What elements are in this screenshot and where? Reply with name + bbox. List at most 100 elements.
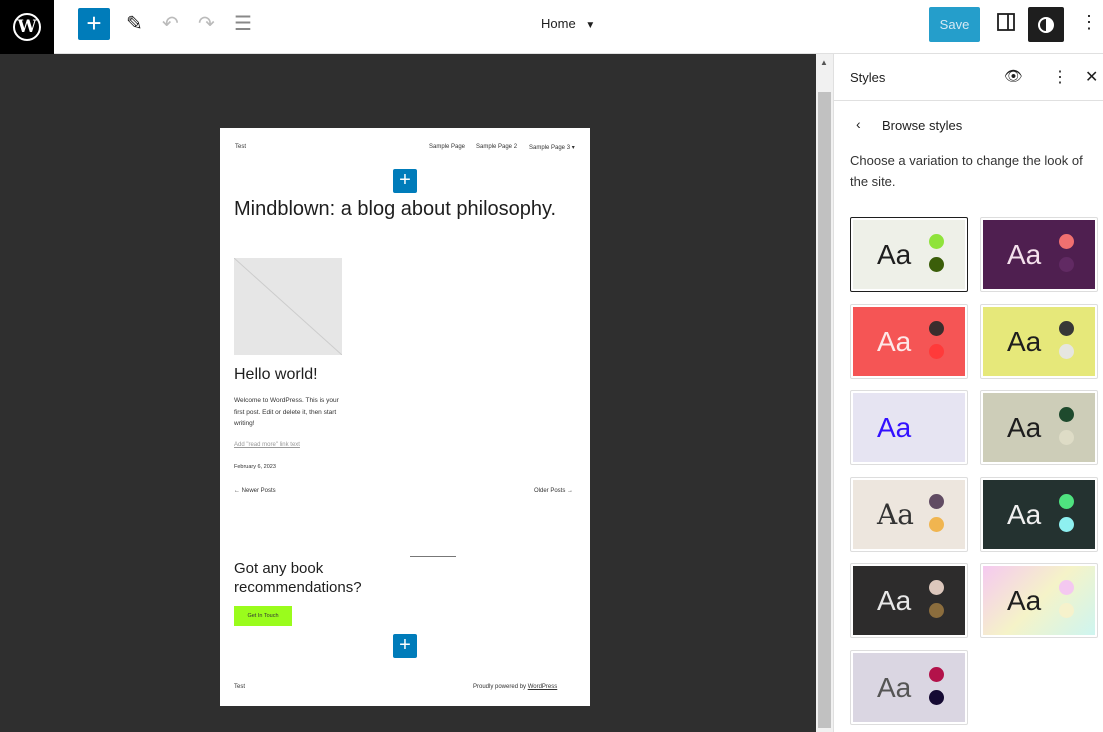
color-swatch (1059, 603, 1074, 618)
color-swatch (929, 257, 944, 272)
style-preview: Aa (853, 653, 965, 722)
style-variation-card[interactable]: Aa (850, 477, 968, 552)
style-variation-card[interactable]: Aa (850, 390, 968, 465)
style-preview: Aa (853, 393, 965, 462)
template-selector[interactable]: Home ▼ (541, 16, 595, 31)
site-title[interactable]: Test (235, 144, 246, 150)
style-sample-text: Aa (877, 498, 914, 532)
featured-image-placeholder[interactable] (234, 258, 342, 355)
newer-posts-link[interactable]: ← Newer Posts (234, 488, 276, 494)
style-sample-text: Aa (877, 411, 911, 445)
color-swatch (929, 690, 944, 705)
color-swatch (929, 517, 944, 532)
read-more-link[interactable]: Add "read more" link text (234, 442, 300, 448)
style-variation-card[interactable]: Aa (850, 217, 968, 292)
post-title[interactable]: Hello world! (234, 366, 318, 384)
style-sample-text: Aa (1007, 584, 1041, 618)
save-button[interactable]: Save (929, 7, 980, 42)
undo-icon[interactable]: ↶ (162, 12, 179, 36)
chevron-down-icon: ▼ (585, 20, 595, 31)
color-swatch (1059, 344, 1074, 359)
color-swatch (1059, 580, 1074, 595)
color-swatch (929, 580, 944, 595)
nav-link[interactable]: Sample Page 3 ▾ (529, 144, 575, 151)
style-variation-card[interactable]: Aa (980, 304, 1098, 379)
style-preview: Aa (983, 566, 1095, 635)
style-sample-text: Aa (1007, 498, 1041, 532)
sidebar-toggle-icon[interactable] (996, 12, 1016, 32)
top-toolbar: W + ✎ ↶ ↷ ☰ Home ▼ Save ⋮ (0, 0, 1103, 54)
style-variation-card[interactable]: Aa (850, 563, 968, 638)
color-swatch (1059, 257, 1074, 272)
more-options-icon[interactable]: ⋮ (1052, 67, 1068, 87)
styles-sidebar: Styles 👁 ⋮ ✕ ‹ Browse styles Choose a va… (833, 54, 1103, 732)
style-variation-card[interactable]: Aa (980, 563, 1098, 638)
separator (410, 556, 456, 557)
style-sample-text: Aa (877, 238, 911, 272)
scrollbar[interactable]: ▲ (816, 54, 833, 732)
list-view-icon[interactable]: ☰ (234, 12, 252, 36)
sidebar-title: Styles (850, 70, 885, 85)
post-excerpt[interactable]: Welcome to WordPress. This is your first… (234, 395, 344, 430)
style-preview: Aa (853, 566, 965, 635)
style-preview: Aa (853, 307, 965, 376)
style-sample-text: Aa (1007, 238, 1041, 272)
style-preview: Aa (853, 480, 965, 549)
older-posts-link[interactable]: Older Posts → (534, 488, 573, 494)
color-swatch (1059, 407, 1074, 422)
footer-credit: Proudly powered by WordPress (473, 684, 557, 690)
nav-link[interactable]: Sample Page 2 (476, 144, 517, 150)
pencil-icon[interactable]: ✎ (126, 12, 143, 36)
color-swatch (1059, 430, 1074, 445)
cta-heading[interactable]: Got any book recommendations? (234, 559, 414, 597)
add-block-button[interactable]: + (393, 634, 417, 658)
eye-icon[interactable]: 👁 (1004, 67, 1023, 85)
sidebar-header: Styles 👁 ⋮ ✕ (834, 54, 1103, 101)
style-sample-text: Aa (877, 325, 911, 359)
style-sample-text: Aa (877, 584, 911, 618)
styles-button[interactable] (1028, 7, 1064, 42)
wordpress-link[interactable]: WordPress (528, 684, 558, 690)
contrast-icon (1038, 17, 1054, 33)
page-preview[interactable]: Test Sample Page Sample Page 2 Sample Pa… (220, 128, 590, 706)
style-variation-card[interactable]: Aa (850, 304, 968, 379)
footer-site-title[interactable]: Test (234, 684, 245, 690)
style-sample-text: Aa (1007, 411, 1041, 445)
add-block-button[interactable]: + (78, 8, 110, 40)
style-variation-card[interactable]: Aa (980, 477, 1098, 552)
color-swatch (929, 667, 944, 682)
more-options-icon[interactable]: ⋮ (1080, 12, 1098, 33)
color-swatch (929, 430, 944, 445)
back-chevron-icon[interactable]: ‹ (856, 116, 861, 132)
wordpress-logo[interactable]: W (0, 0, 54, 54)
color-swatch (1059, 494, 1074, 509)
style-preview: Aa (983, 307, 1095, 376)
style-preview: Aa (853, 220, 965, 289)
post-date: February 6, 2023 (234, 464, 276, 470)
site-heading[interactable]: Mindblown: a blog about philosophy. (234, 198, 556, 221)
style-sample-text: Aa (1007, 325, 1041, 359)
style-preview: Aa (983, 480, 1095, 549)
color-swatch (929, 407, 944, 422)
nav-link[interactable]: Sample Page (429, 144, 465, 150)
color-swatch (929, 344, 944, 359)
style-preview: Aa (983, 393, 1095, 462)
scroll-up-icon[interactable]: ▲ (820, 58, 828, 67)
style-preview: Aa (983, 220, 1095, 289)
close-icon[interactable]: ✕ (1085, 67, 1098, 87)
browse-styles-heading: Browse styles (882, 118, 962, 133)
color-swatch (1059, 517, 1074, 532)
add-block-button[interactable]: + (393, 169, 417, 193)
color-swatch (929, 234, 944, 249)
style-variation-card[interactable]: Aa (980, 217, 1098, 292)
get-in-touch-button[interactable]: Get In Touch (234, 606, 292, 626)
color-swatch (1059, 321, 1074, 336)
style-variation-card[interactable]: Aa (850, 650, 968, 725)
style-variation-card[interactable]: Aa (980, 390, 1098, 465)
color-swatch (929, 603, 944, 618)
redo-icon[interactable]: ↷ (198, 12, 215, 36)
scrollbar-thumb[interactable] (818, 92, 831, 728)
styles-description: Choose a variation to change the look of… (850, 150, 1095, 192)
color-swatch (929, 321, 944, 336)
color-swatch (1059, 234, 1074, 249)
